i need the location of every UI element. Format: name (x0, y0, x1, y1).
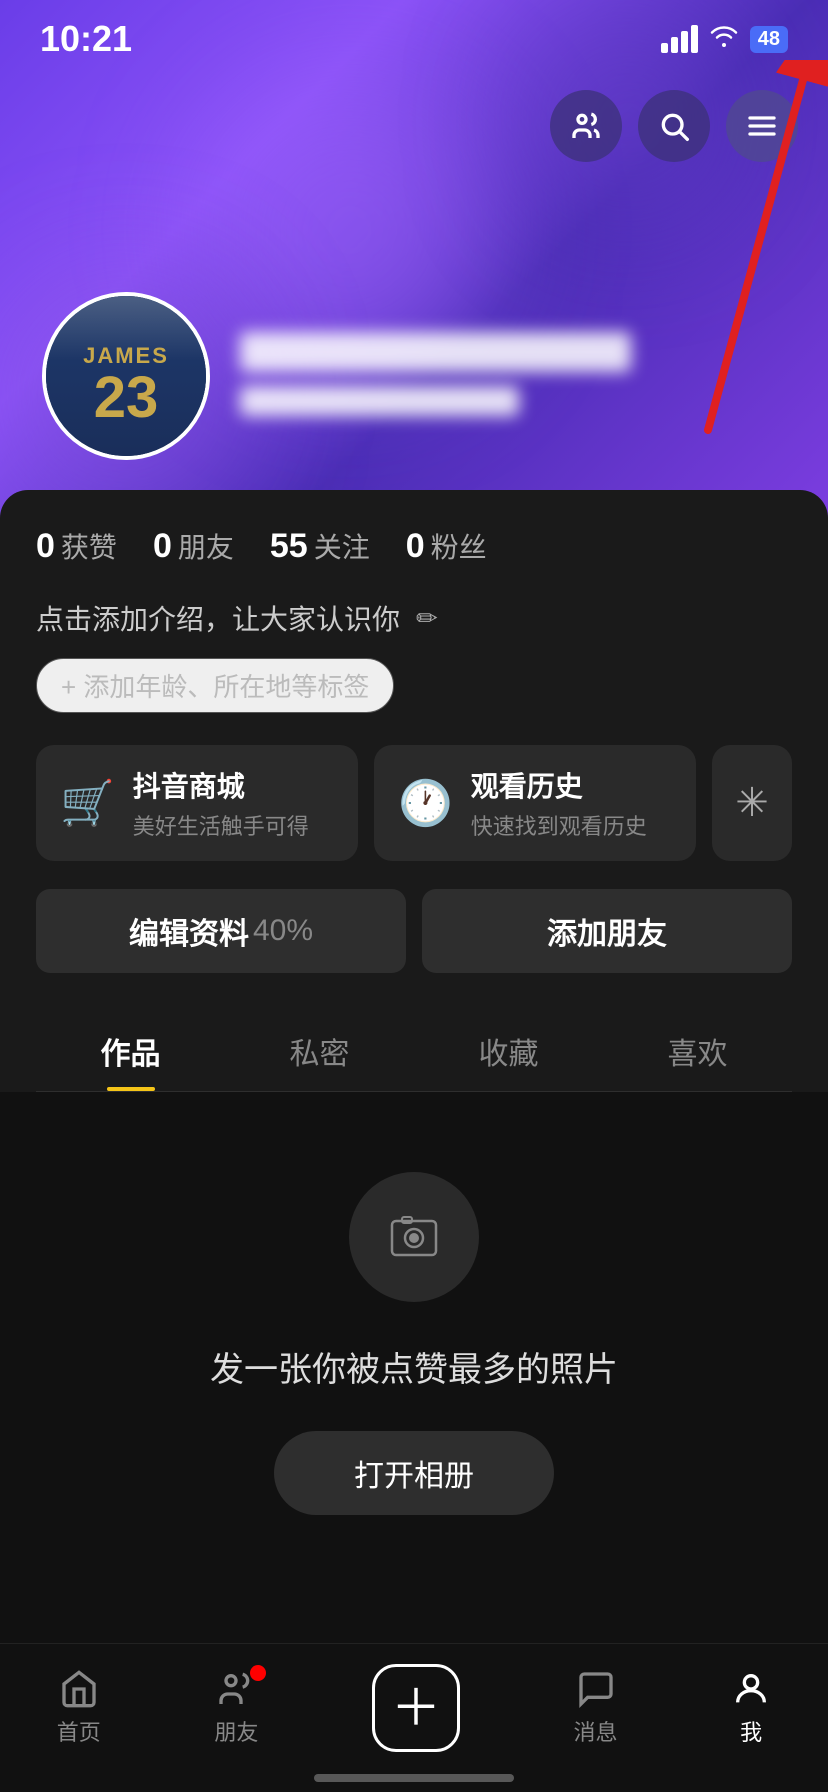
friends-button[interactable] (550, 90, 622, 162)
avatar[interactable]: JAMES 23 (42, 292, 210, 460)
shortcut-mall[interactable]: 🛒 抖音商城 美好生活触手可得 (36, 745, 358, 861)
add-tags-button[interactable]: + 添加年龄、所在地等标签 (36, 658, 394, 713)
edit-bio-icon[interactable]: ✏ (416, 603, 438, 634)
empty-title: 发一张你被点赞最多的照片 (210, 1342, 618, 1391)
mall-text: 抖音商城 美好生活触手可得 (133, 765, 309, 841)
mall-icon: 🛒 (60, 777, 115, 829)
bio-row[interactable]: 点击添加介绍，让大家认识你 ✏ (36, 598, 792, 638)
add-friend-button[interactable]: 添加朋友 (422, 889, 792, 973)
open-album-button[interactable]: 打开相册 (274, 1431, 554, 1515)
history-title: 观看历史 (471, 765, 647, 805)
nav-friends[interactable]: 朋友 (214, 1669, 258, 1747)
edit-profile-label: 编辑资料 (129, 909, 249, 953)
likes-count: 0 (36, 527, 55, 566)
plus-icon: ＋ (391, 1683, 441, 1733)
tab-likes[interactable]: 喜欢 (603, 1009, 792, 1091)
tab-favorites[interactable]: 收藏 (414, 1009, 603, 1091)
action-buttons: 编辑资料 40% 添加朋友 (36, 889, 792, 973)
empty-icon (349, 1172, 479, 1302)
stats-row: 0 获赞 0 朋友 55 关注 0 粉丝 (36, 526, 792, 566)
avatar-container: JAMES 23 (42, 292, 210, 460)
battery-indicator: 48 (750, 26, 788, 53)
profile-banner: JAMES 23 (0, 0, 828, 520)
add-content-button[interactable]: ＋ (372, 1664, 460, 1752)
history-icon: 🕐 (398, 777, 453, 829)
nav-home[interactable]: 首页 (57, 1669, 101, 1747)
friends-count: 0 (153, 527, 172, 566)
jersey-name: JAMES (83, 345, 169, 367)
followers-label: 粉丝 (431, 526, 487, 566)
tab-private[interactable]: 私密 (225, 1009, 414, 1091)
username-blur-1 (240, 332, 631, 372)
asterisk-icon: ✳ (735, 780, 769, 826)
friends-label: 朋友 (178, 526, 234, 566)
nav-messages[interactable]: 消息 (574, 1669, 618, 1747)
nav-add[interactable]: ＋ (372, 1664, 460, 1752)
shortcut-history[interactable]: 🕐 观看历史 快速找到观看历史 (374, 745, 696, 861)
edit-profile-percent: 40% (253, 914, 313, 948)
history-subtitle: 快速找到观看历史 (471, 809, 647, 841)
username-area (240, 332, 798, 430)
likes-label: 获赞 (61, 526, 117, 566)
wifi-icon (708, 23, 740, 56)
empty-state: 发一张你被点赞最多的照片 打开相册 (0, 1092, 828, 1575)
stat-followers[interactable]: 0 粉丝 (406, 526, 487, 566)
stat-friends: 0 朋友 (153, 526, 234, 566)
nav-profile[interactable]: 我 (731, 1669, 771, 1747)
tabs-row: 作品 私密 收藏 喜欢 (36, 1009, 792, 1092)
stat-following[interactable]: 55 关注 (270, 526, 370, 566)
menu-button[interactable] (726, 90, 798, 162)
friends-notification-dot (250, 1665, 266, 1681)
shortcut-more[interactable]: ✳ (712, 745, 792, 861)
nav-friends-label: 朋友 (214, 1715, 258, 1747)
mall-subtitle: 美好生活触手可得 (133, 809, 309, 841)
top-actions (550, 90, 798, 162)
tab-works[interactable]: 作品 (36, 1009, 225, 1091)
home-indicator (314, 1774, 514, 1782)
mall-title: 抖音商城 (133, 765, 309, 805)
signal-icon (661, 25, 698, 53)
tags-row: + 添加年龄、所在地等标签 (36, 658, 792, 713)
status-time: 10:21 (40, 18, 132, 60)
username-blur-2 (240, 386, 519, 416)
status-bar: 10:21 48 (0, 0, 828, 70)
followers-count: 0 (406, 527, 425, 566)
stat-likes: 0 获赞 (36, 526, 117, 566)
bio-text: 点击添加介绍，让大家认识你 (36, 598, 400, 638)
nav-profile-label: 我 (740, 1715, 762, 1747)
history-text: 观看历史 快速找到观看历史 (471, 765, 647, 841)
status-icons: 48 (661, 23, 788, 56)
nav-messages-label: 消息 (574, 1715, 618, 1747)
main-content: 0 获赞 0 朋友 55 关注 0 粉丝 点击添加介绍，让大家认识你 ✏ + 添… (0, 490, 828, 1092)
nav-home-label: 首页 (57, 1715, 101, 1747)
following-label: 关注 (314, 526, 370, 566)
jersey-number: 23 (83, 369, 169, 427)
edit-profile-button[interactable]: 编辑资料 40% (36, 889, 406, 973)
following-count: 55 (270, 527, 308, 566)
shortcut-row: 🛒 抖音商城 美好生活触手可得 🕐 观看历史 快速找到观看历史 ✳ (36, 745, 792, 861)
bottom-nav: 首页 朋友 ＋ 消息 我 (0, 1643, 828, 1792)
search-button[interactable] (638, 90, 710, 162)
